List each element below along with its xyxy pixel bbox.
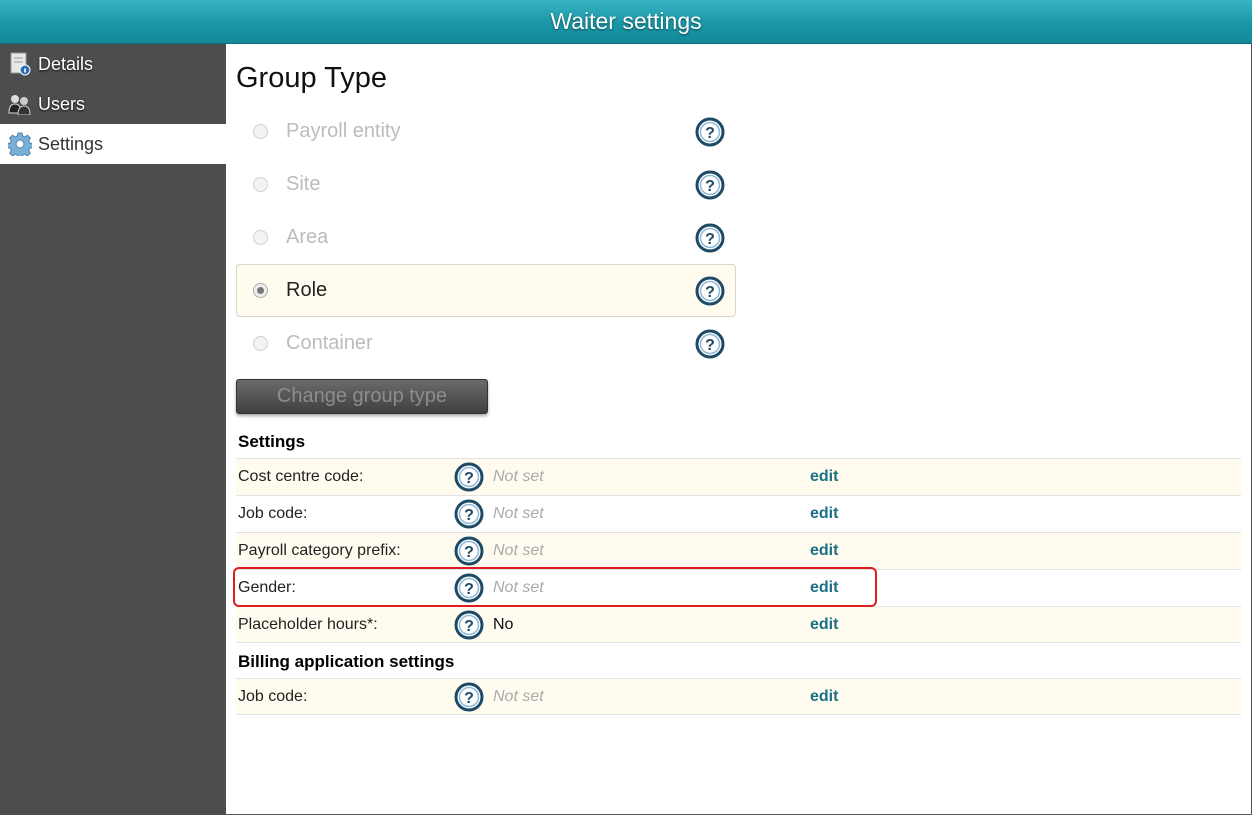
edit-link[interactable]: edit	[810, 468, 838, 486]
help-icon[interactable]: ?	[454, 462, 484, 492]
radio-label: Container	[286, 332, 373, 354]
svg-text:?: ?	[705, 178, 715, 195]
setting-value: Not set	[493, 687, 544, 705]
help-icon[interactable]: ?	[454, 573, 484, 603]
radio-button[interactable]	[253, 336, 268, 351]
radio-button[interactable]	[253, 230, 268, 245]
setting-value: Not set	[493, 468, 544, 485]
svg-text:?: ?	[464, 470, 474, 487]
help-icon[interactable]: ?	[695, 276, 725, 306]
sidebar-item-settings[interactable]: Settings	[0, 124, 226, 164]
radio-button[interactable]	[253, 177, 268, 192]
help-icon[interactable]: ?	[454, 610, 484, 640]
help-icon[interactable]: ?	[695, 329, 725, 359]
gear-icon	[8, 132, 32, 156]
svg-text:?: ?	[705, 125, 715, 142]
svg-text:?: ?	[464, 507, 474, 524]
svg-text:?: ?	[705, 337, 715, 354]
edit-link[interactable]: edit	[810, 579, 838, 597]
svg-text:?: ?	[705, 284, 715, 301]
radio-option-role[interactable]: Role ?	[236, 264, 736, 317]
sidebar-item-users[interactable]: Users	[0, 84, 226, 124]
radio-button[interactable]	[253, 283, 268, 298]
billing-section-title: Billing application settings	[238, 652, 455, 671]
edit-link[interactable]: edit	[810, 505, 838, 523]
setting-label: Gender:	[238, 579, 296, 596]
radio-option-container[interactable]: Container ?	[236, 317, 736, 370]
radio-option-area[interactable]: Area ?	[236, 211, 736, 264]
help-icon[interactable]: ?	[454, 536, 484, 566]
sidebar-item-label: Settings	[38, 133, 104, 154]
help-icon[interactable]: ?	[695, 170, 725, 200]
help-icon[interactable]: ?	[695, 117, 725, 147]
edit-link[interactable]: edit	[810, 688, 838, 706]
svg-text:?: ?	[464, 544, 474, 561]
sidebar: Details Users Settings	[0, 44, 226, 815]
radio-label: Payroll entity	[286, 120, 401, 142]
settings-section-title: Settings	[238, 432, 306, 451]
sidebar-item-label: Users	[38, 93, 86, 114]
setting-row-job-code: Job code: ? Not set edit	[236, 495, 1241, 532]
setting-label: Cost centre code:	[238, 468, 364, 485]
setting-value: No	[493, 615, 514, 633]
setting-row-gender: Gender: ? Not set edit	[236, 569, 1241, 606]
radio-label: Area	[286, 226, 329, 248]
setting-row-cost-centre-code: Cost centre code: ? Not set edit	[236, 458, 1241, 495]
svg-text:?: ?	[464, 690, 474, 707]
change-group-type-button[interactable]: Change group type	[236, 379, 488, 414]
window-title: Waiter settings	[0, 0, 1252, 44]
setting-row-billing-job-code: Job code: ? Not set edit	[236, 678, 1241, 715]
radio-label: Role	[286, 279, 328, 301]
setting-label: Job code:	[238, 687, 308, 705]
edit-link[interactable]: edit	[810, 616, 838, 634]
setting-label: Job code:	[238, 505, 308, 522]
setting-row-payroll-category-prefix: Payroll category prefix: ? Not set edit	[236, 532, 1241, 569]
svg-text:?: ?	[464, 618, 474, 635]
setting-value: Not set	[493, 505, 544, 522]
radio-button[interactable]	[253, 124, 268, 139]
sidebar-item-details[interactable]: Details	[0, 44, 226, 84]
page-title: Group Type	[236, 62, 388, 94]
radio-label: Site	[286, 173, 321, 195]
sidebar-item-label: Details	[38, 53, 94, 74]
radio-option-payroll-entity[interactable]: Payroll entity ?	[236, 105, 736, 158]
help-icon[interactable]: ?	[454, 682, 484, 712]
setting-label: Payroll category prefix:	[238, 542, 401, 559]
svg-text:?: ?	[464, 581, 474, 598]
radio-option-site[interactable]: Site ?	[236, 158, 736, 211]
setting-value: Not set	[493, 542, 544, 559]
details-icon	[8, 52, 32, 76]
setting-label: Placeholder hours*:	[238, 615, 378, 633]
setting-row-placeholder-hours: Placeholder hours*: ? No edit	[236, 606, 1241, 643]
users-icon	[8, 92, 32, 116]
edit-link[interactable]: edit	[810, 542, 838, 560]
svg-text:?: ?	[705, 231, 715, 248]
help-icon[interactable]: ?	[695, 223, 725, 253]
help-icon[interactable]: ?	[454, 499, 484, 529]
setting-value: Not set	[493, 579, 544, 596]
main-content: Group Type Payroll entity ? Site ? Area …	[226, 44, 1252, 815]
